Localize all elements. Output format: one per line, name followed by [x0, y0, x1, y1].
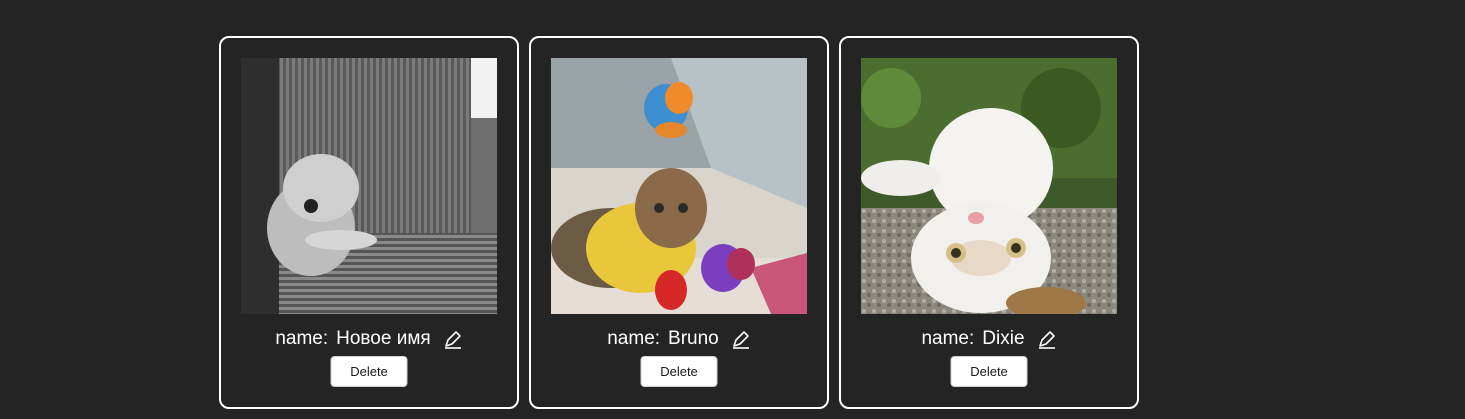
cat-name-row: name: Bruno — [531, 326, 827, 352]
cat-name: Bruno — [668, 328, 719, 349]
cat-cards-list: name: Новое имя Delete name: Bruno Delet… — [219, 36, 1139, 409]
cat-card: name: Dixie Delete — [839, 36, 1139, 409]
cat-photo-image — [551, 58, 807, 314]
cat-name-row: name: Dixie — [841, 326, 1137, 352]
cat-photo — [241, 58, 497, 314]
name-label: name: — [607, 328, 661, 349]
cat-card: name: Новое имя Delete — [219, 36, 519, 409]
delete-button[interactable]: Delete — [330, 356, 408, 387]
pencil-icon[interactable] — [1037, 329, 1057, 349]
cat-card: name: Bruno Delete — [529, 36, 829, 409]
cat-photo — [861, 58, 1117, 314]
cat-name-row: name: Новое имя — [221, 326, 517, 352]
delete-button[interactable]: Delete — [950, 356, 1028, 387]
cat-name: Dixie — [982, 328, 1025, 349]
cat-photo — [551, 58, 807, 314]
cat-name: Новое имя — [336, 328, 431, 349]
name-label: name: — [921, 328, 975, 349]
cat-photo-image — [241, 58, 497, 314]
cat-photo-image — [861, 58, 1117, 314]
delete-button[interactable]: Delete — [640, 356, 718, 387]
name-label: name: — [275, 328, 329, 349]
pencil-icon[interactable] — [443, 329, 463, 349]
pencil-icon[interactable] — [731, 329, 751, 349]
